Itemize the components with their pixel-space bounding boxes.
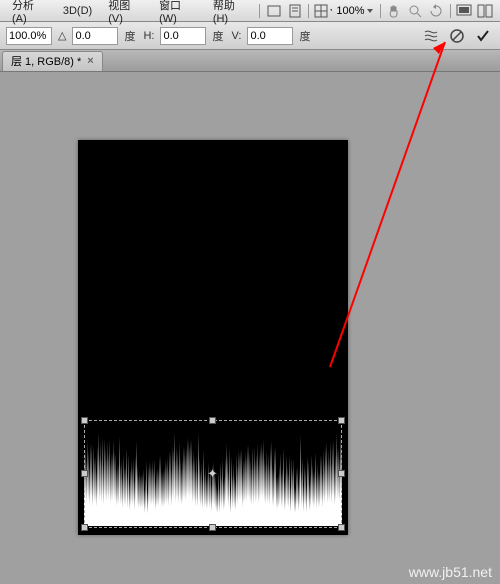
transform-center-icon[interactable]: ✦ [207, 468, 218, 479]
scale-input[interactable] [6, 27, 52, 45]
options-bar: △ 度 H: 度 V: 度 [0, 22, 500, 50]
degree-label: 度 [297, 28, 312, 44]
close-icon[interactable]: × [87, 55, 93, 67]
separator [308, 4, 309, 18]
watermark: www.jb51.net [409, 564, 492, 580]
transform-handle-tm[interactable] [209, 417, 216, 424]
zoom-level-text: 100% [336, 5, 364, 17]
separator [259, 4, 260, 18]
grid-dropdown-icon[interactable] [314, 2, 332, 20]
hand-icon[interactable] [385, 2, 402, 20]
screen-icon[interactable] [456, 2, 473, 20]
transform-bounding-box[interactable]: ✦ [84, 420, 342, 528]
delta-input[interactable] [72, 27, 118, 45]
workspace: ✦ [0, 72, 500, 584]
transform-handle-bl[interactable] [81, 524, 88, 531]
degree-label: 度 [210, 28, 225, 44]
tab-title: 层 1, RGB/8) * [11, 53, 81, 69]
h-label: H: [141, 30, 156, 42]
rotate-icon[interactable] [428, 2, 445, 20]
degree-label: 度 [122, 28, 137, 44]
document-tab[interactable]: 层 1, RGB/8) * × [2, 51, 103, 71]
transform-handle-tl[interactable] [81, 417, 88, 424]
menu-window[interactable]: 窗口(W) [151, 0, 205, 25]
v-label: V: [229, 30, 243, 42]
v-input[interactable] [247, 27, 293, 45]
transform-handle-mr[interactable] [338, 470, 345, 477]
delta-label: △ [56, 29, 68, 42]
doc-icon[interactable] [286, 2, 303, 20]
zoom-icon[interactable] [407, 2, 424, 20]
transform-handle-br[interactable] [338, 524, 345, 531]
menu-3d[interactable]: 3D(D) [55, 5, 100, 17]
separator [380, 4, 381, 18]
commit-button[interactable] [472, 25, 494, 47]
menu-help[interactable]: 帮助(H) [205, 0, 256, 25]
rect-icon[interactable] [265, 2, 282, 20]
transform-handle-bm[interactable] [209, 524, 216, 531]
h-input[interactable] [160, 27, 206, 45]
menu-view[interactable]: 视图(V) [100, 0, 151, 25]
menu-analysis[interactable]: 分析(A) [4, 0, 55, 25]
transform-handle-ml[interactable] [81, 470, 88, 477]
separator [450, 4, 451, 18]
panels-icon[interactable] [477, 2, 494, 20]
menu-bar: 分析(A) 3D(D) 视图(V) 窗口(W) 帮助(H) 100% [0, 0, 500, 22]
canvas[interactable]: ✦ [78, 140, 348, 535]
cancel-button[interactable] [446, 25, 468, 47]
transform-handle-tr[interactable] [338, 417, 345, 424]
warp-mode-button[interactable] [420, 25, 442, 47]
zoom-level-dropdown[interactable]: 100% [336, 2, 374, 20]
tab-bar: 层 1, RGB/8) * × [0, 50, 500, 72]
